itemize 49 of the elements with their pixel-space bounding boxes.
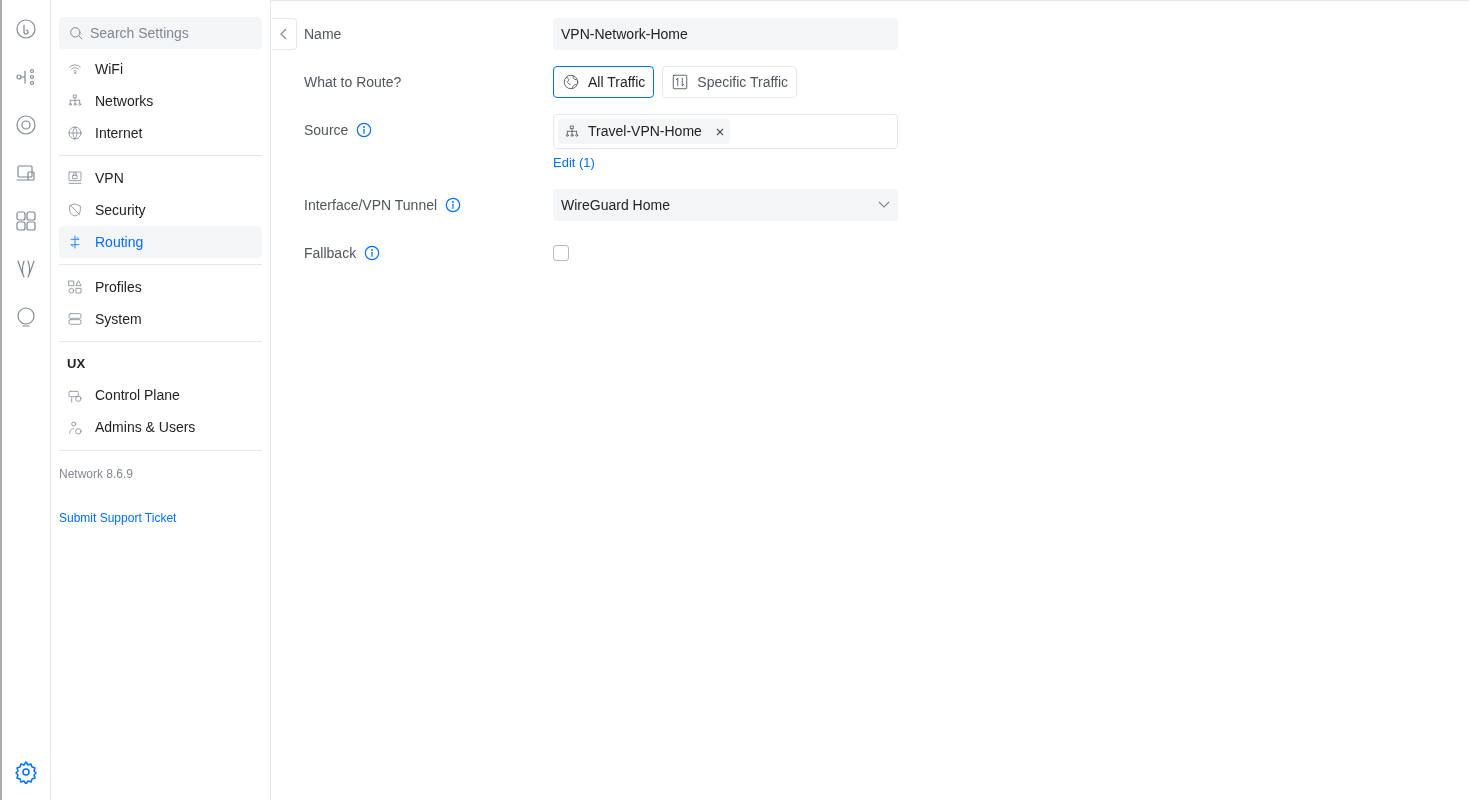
shapes-icon — [67, 279, 83, 295]
name-field[interactable]: VPN-Network-Home — [553, 18, 898, 50]
lock-monitor-icon — [67, 170, 83, 186]
remove-icon[interactable] — [715, 127, 724, 136]
search-icon — [68, 25, 84, 41]
field-label: Name — [304, 24, 342, 44]
chevron-icon — [878, 201, 890, 209]
sidebar-item[interactable]: System — [59, 303, 262, 335]
arrows-box-icon — [671, 73, 690, 91]
chevron-left-icon — [279, 28, 289, 40]
user-gear-icon — [67, 419, 83, 436]
field-label: Interface/VPN Tunnel — [304, 195, 438, 215]
network-icon — [67, 93, 83, 109]
sidebar-item[interactable]: Control Plane — [59, 379, 262, 412]
sidebar-item[interactable]: Internet — [59, 117, 262, 149]
grid-icon[interactable] — [14, 209, 38, 233]
version-text: Network 8.6.9 — [59, 465, 135, 483]
tunnel-select[interactable]: WireGuard Home — [553, 189, 898, 221]
sidebar-item[interactable]: WiFi — [59, 53, 262, 85]
field-label: Source — [304, 120, 349, 140]
edit-link[interactable]: Edit (1) — [553, 153, 595, 173]
field-label: What to Route? — [304, 72, 402, 92]
network-icon — [564, 123, 580, 140]
fallback-checkbox[interactable] — [553, 245, 569, 261]
info-icon[interactable] — [364, 245, 381, 261]
route-option[interactable]: All Traffic — [553, 66, 655, 98]
bulb-icon[interactable] — [14, 305, 38, 329]
source-field[interactable]: Travel-VPN-Home — [553, 114, 898, 149]
support-link[interactable]: Submit Support Ticket — [59, 510, 177, 525]
source-tag: Travel-VPN-Home — [558, 119, 730, 144]
sidebar-item[interactable]: VPN — [59, 162, 262, 194]
shield-icon — [67, 202, 83, 218]
sidebar-item[interactable]: Networks — [59, 85, 262, 117]
sidebar-item[interactable]: Security — [59, 194, 262, 226]
globe-icon — [67, 125, 83, 141]
info-icon[interactable] — [356, 122, 373, 138]
field-label: Fallback — [304, 243, 357, 263]
target-icon[interactable] — [14, 113, 38, 137]
wifi-icon — [67, 61, 83, 77]
sidebar-item[interactable]: Profiles — [59, 271, 262, 303]
sidebar-item[interactable]: Admins & Users — [59, 411, 262, 444]
info-icon[interactable] — [445, 197, 462, 213]
search-field[interactable]: Search Settings — [59, 17, 262, 49]
globe-icon — [562, 73, 580, 91]
server-icon — [67, 311, 83, 327]
section-heading: UX — [66, 355, 87, 373]
route-option[interactable]: Specific Traffic — [662, 66, 798, 98]
settings-icon[interactable] — [14, 760, 38, 784]
sidebar-item[interactable]: Routing — [59, 226, 262, 258]
